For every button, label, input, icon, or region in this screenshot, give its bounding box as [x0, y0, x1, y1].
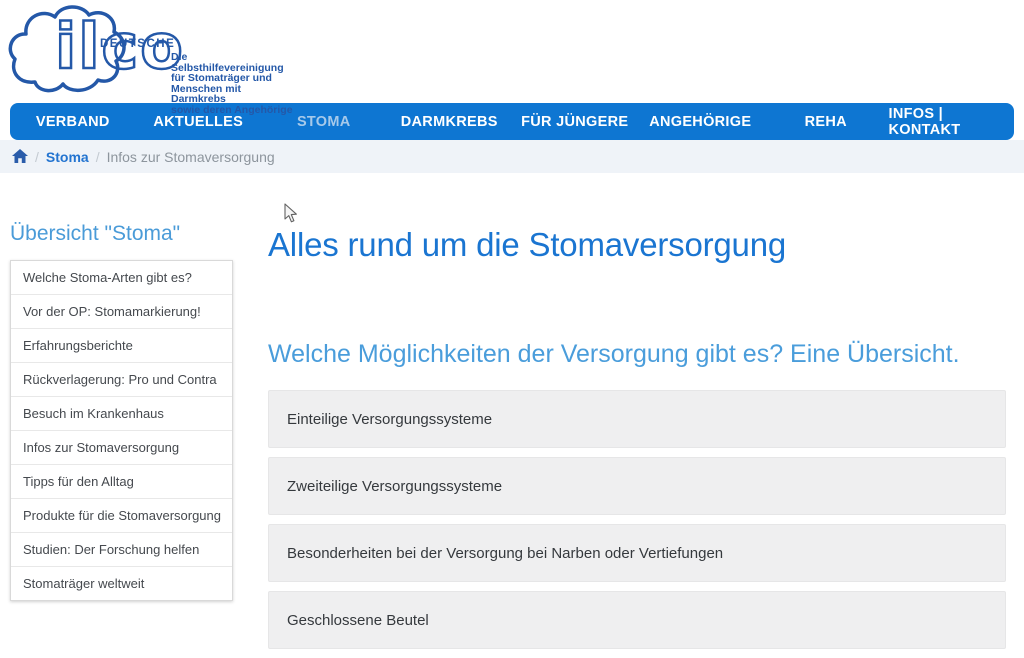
main-nav: VERBAND AKTUELLES STOMA DARMKREBS FÜR JÜ… [10, 103, 1014, 140]
nav-item-darmkrebs[interactable]: DARMKREBS [387, 103, 513, 140]
nav-item-verband[interactable]: VERBAND [10, 103, 136, 140]
nav-item-fuer-juengere[interactable]: FÜR JÜNGERE [512, 103, 638, 140]
sidebar-item-studien[interactable]: Studien: Der Forschung helfen [11, 533, 232, 567]
tagline-line: sowie deren Angehörige [171, 105, 298, 116]
content-area: Übersicht "Stoma" Welche Stoma-Arten gib… [0, 173, 1024, 658]
accordion-list: Einteilige Versorgungssysteme Zweiteilig… [268, 390, 1006, 649]
tagline-line: Die Selbsthilfevereinigung [171, 52, 298, 73]
sidebar-item-besuch-krankenhaus[interactable]: Besuch im Krankenhaus [11, 397, 232, 431]
sidebar-item-stomamarkierung[interactable]: Vor der OP: Stomamarkierung! [11, 295, 232, 329]
home-icon[interactable] [12, 149, 28, 164]
sidebar-heading: Übersicht "Stoma" [10, 222, 233, 246]
accordion-einteilige-systeme[interactable]: Einteilige Versorgungssysteme [268, 390, 1006, 448]
breadcrumb-link-stoma[interactable]: Stoma [46, 149, 89, 165]
page-title: Alles rund um die Stomaversorgung [268, 226, 1006, 264]
breadcrumb-current-page: Infos zur Stomaversorgung [107, 149, 275, 165]
sidebar-item-infos-stomaversorgung[interactable]: Infos zur Stomaversorgung [11, 431, 232, 465]
sidebar-item-stoma-arten[interactable]: Welche Stoma-Arten gibt es? [11, 261, 232, 295]
accordion-zweiteilige-systeme[interactable]: Zweiteilige Versorgungssysteme [268, 457, 1006, 515]
brand-label: DEUTSCHE [100, 38, 175, 50]
sidebar-item-produkte[interactable]: Produkte für die Stomaversorgung [11, 499, 232, 533]
sidebar: Übersicht "Stoma" Welche Stoma-Arten gib… [10, 173, 233, 658]
breadcrumb-separator: / [96, 149, 100, 165]
sidebar-item-stomatraeger-weltweit[interactable]: Stomaträger weltweit [11, 567, 232, 600]
tagline-line: für Stomaträger und [171, 73, 298, 84]
breadcrumb-separator: / [35, 149, 39, 165]
sidebar-menu: Welche Stoma-Arten gibt es? Vor der OP: … [10, 260, 233, 601]
site-header: ilco DEUTSCHE Die Selbsthilfevereinigung… [0, 0, 1024, 103]
nav-item-angehoerige[interactable]: ANGEHÖRIGE [638, 103, 764, 140]
brand-tagline: Die Selbsthilfevereinigung für Stomaträg… [171, 52, 298, 115]
page-subtitle: Welche Möglichkeiten der Versorgung gibt… [268, 340, 1006, 369]
accordion-besonderheiten-narben[interactable]: Besonderheiten bei der Versorgung bei Na… [268, 524, 1006, 582]
main-column: Alles rund um die Stomaversorgung Welche… [268, 173, 1006, 658]
accordion-geschlossene-beutel[interactable]: Geschlossene Beutel [268, 591, 1006, 649]
breadcrumb: / Stoma / Infos zur Stomaversorgung [0, 140, 1024, 173]
nav-item-reha[interactable]: REHA [763, 103, 889, 140]
ilco-logo[interactable]: ilco DEUTSCHE Die Selbsthilfevereinigung… [8, 2, 298, 102]
sidebar-item-rueckverlagerung[interactable]: Rückverlagerung: Pro und Contra [11, 363, 232, 397]
sidebar-item-erfahrungsberichte[interactable]: Erfahrungsberichte [11, 329, 232, 363]
nav-item-infos-kontakt[interactable]: INFOS | KONTAKT [889, 103, 1015, 140]
page: ilco DEUTSCHE Die Selbsthilfevereinigung… [0, 0, 1024, 652]
sidebar-item-tipps-alltag[interactable]: Tipps für den Alltag [11, 465, 232, 499]
tagline-line: Menschen mit Darmkrebs [171, 84, 298, 105]
